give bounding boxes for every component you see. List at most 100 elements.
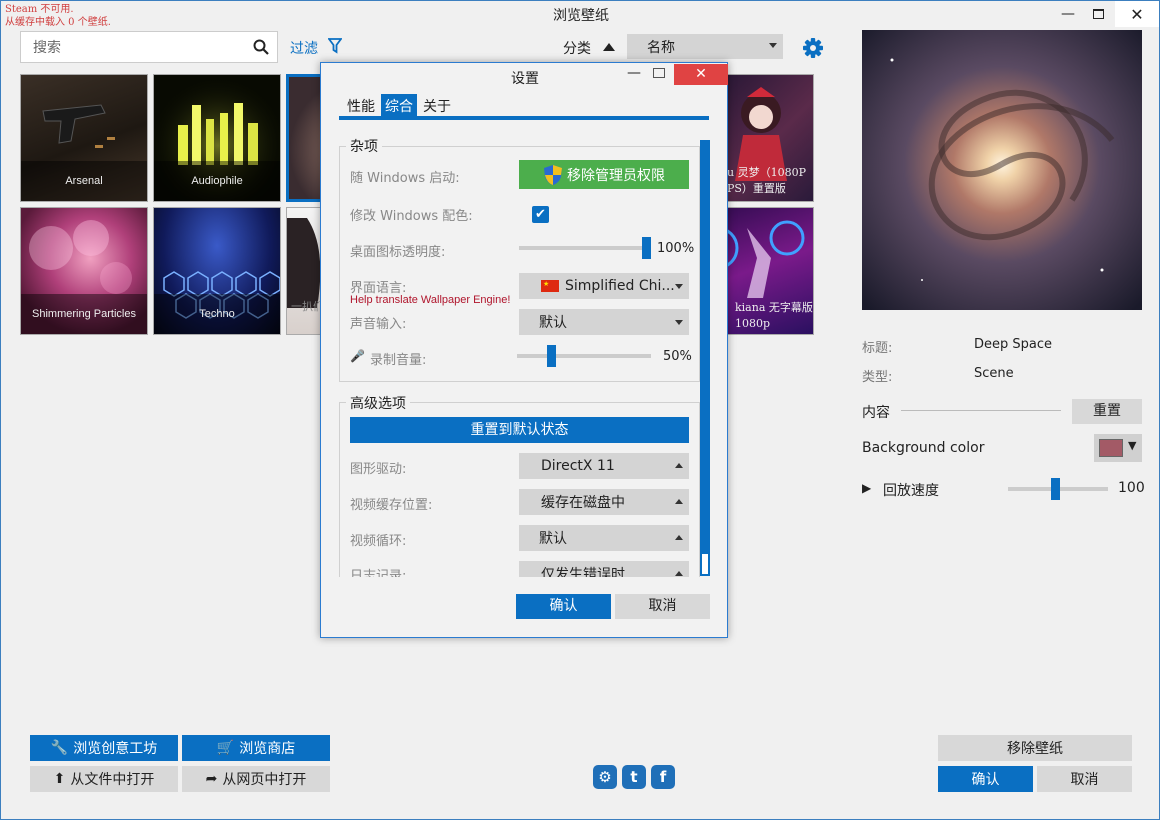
chevron-up-icon xyxy=(675,571,683,576)
galaxy-image xyxy=(862,30,1142,310)
main-window: Steam 不可用. 从缓存中载入 0 个壁纸. 浏览壁纸 — ✕ 过滤 分类 … xyxy=(0,0,1160,820)
browse-store-label: 浏览商店 xyxy=(239,741,296,757)
browse-workshop-button[interactable]: 🔧 浏览创意工坊 xyxy=(30,735,178,761)
filter-link[interactable]: 过滤 xyxy=(290,38,318,58)
remove-wallpaper-button[interactable]: 移除壁纸 xyxy=(938,735,1132,761)
search-box[interactable] xyxy=(20,31,278,63)
settings-scrollbar[interactable] xyxy=(700,140,710,576)
browse-store-button[interactable]: 🛒 浏览商店 xyxy=(182,735,330,761)
icon-opacity-track[interactable] xyxy=(519,246,647,250)
video-cache-label: 视频缓存位置: xyxy=(350,498,433,513)
remove-admin-label: 移除管理员权限 xyxy=(567,167,665,184)
wallpaper-tile-audiophile[interactable]: Audiophile xyxy=(153,74,281,202)
background-color-picker[interactable]: ▼ xyxy=(1094,434,1142,462)
playback-speed-thumb[interactable] xyxy=(1051,478,1060,500)
gear-icon[interactable] xyxy=(802,37,824,59)
dialog-ok-button[interactable]: 确认 xyxy=(516,594,611,619)
chevron-down-icon: ▼ xyxy=(1128,439,1137,452)
video-loop-label: 视频循环: xyxy=(350,534,407,549)
tab-performance[interactable]: 性能 xyxy=(343,94,379,118)
record-volume-track[interactable] xyxy=(517,354,651,358)
open-file-button[interactable]: ⬆ 从文件中打开 xyxy=(30,766,178,792)
windows-color-checkbox[interactable]: ✔ xyxy=(532,206,549,223)
chevron-up-icon xyxy=(675,499,683,504)
steam-icon[interactable]: ⚙ xyxy=(593,765,617,789)
sort-label: 分类 xyxy=(563,41,591,57)
video-loop-value: 默认 xyxy=(539,531,567,547)
play-triangle-icon[interactable]: ▶ xyxy=(862,481,871,495)
dialog-maximize-icon[interactable] xyxy=(653,68,665,78)
remove-admin-button[interactable]: 移除管理员权限 xyxy=(519,160,689,189)
language-value: Simplified Chi... xyxy=(565,278,675,294)
open-file-label: 从文件中打开 xyxy=(70,772,155,788)
dialog-cancel-button[interactable]: 取消 xyxy=(615,594,710,619)
wrench-icon: 🔧 xyxy=(50,740,69,756)
dialog-minimize-icon[interactable]: — xyxy=(625,65,643,83)
tile-caption-line2: PS）重置版 xyxy=(727,182,786,195)
facebook-icon[interactable]: f xyxy=(651,765,675,789)
maximize-icon xyxy=(1092,9,1104,19)
preview-image xyxy=(862,30,1142,310)
scrollbar-gap xyxy=(702,554,708,574)
checkmark-icon: ✔ xyxy=(535,207,546,222)
dialog-close-button[interactable]: ✕ xyxy=(674,64,728,85)
chevron-up-icon xyxy=(675,535,683,540)
reset-defaults-button[interactable]: 重置到默认状态 xyxy=(350,417,689,443)
search-icon[interactable] xyxy=(253,39,269,55)
filter-icon[interactable] xyxy=(328,38,342,54)
language-select[interactable]: ★ Simplified Chi... xyxy=(519,273,689,299)
china-flag-icon: ★ xyxy=(541,280,559,292)
wallpaper-tile-techno[interactable]: Techno xyxy=(153,207,281,335)
audio-input-select[interactable]: 默认 xyxy=(519,309,689,335)
log-select[interactable]: 仅发生错误时 xyxy=(519,561,689,577)
window-title: 浏览壁纸 xyxy=(553,8,609,24)
dialog-title: 设置 xyxy=(511,71,539,87)
playback-speed-label: 回放速度 xyxy=(883,483,939,499)
settings-dialog: 设置 — ✕ 性能 综合 关于 杂项 随 Windows 启动: 移除管理员权限… xyxy=(320,62,728,638)
microphone-icon: 🎤 xyxy=(350,349,365,363)
reset-button[interactable]: 重置 xyxy=(1072,399,1142,424)
tab-underline xyxy=(339,116,709,120)
settings-tabs: 性能 综合 关于 xyxy=(343,94,457,118)
chevron-down-icon xyxy=(675,284,683,289)
chevron-down-icon xyxy=(769,43,777,48)
translate-link[interactable]: Help translate Wallpaper Engine! xyxy=(350,294,510,306)
cancel-button[interactable]: 取消 xyxy=(1037,766,1132,792)
minimize-icon: — xyxy=(1061,6,1075,22)
audio-input-value: 默认 xyxy=(539,315,567,331)
cart-icon: 🛒 xyxy=(216,740,235,756)
close-icon: ✕ xyxy=(1130,4,1144,24)
sort-direction-icon[interactable] xyxy=(603,43,615,51)
minimize-button[interactable]: — xyxy=(1051,1,1085,27)
sort-select[interactable]: 名称 xyxy=(627,34,783,59)
close-button[interactable]: ✕ xyxy=(1115,1,1159,27)
advanced-group-title: 高级选项 xyxy=(346,393,410,413)
wallpaper-tile-arsenal[interactable]: Arsenal xyxy=(20,74,148,202)
video-loop-select[interactable]: 默认 xyxy=(519,525,689,551)
log-label: 日志记录: xyxy=(350,569,407,577)
pistol-image xyxy=(42,104,115,148)
maximize-button[interactable] xyxy=(1081,1,1115,27)
search-input[interactable] xyxy=(31,38,251,58)
icon-opacity-value: 100% xyxy=(657,241,695,256)
tab-about[interactable]: 关于 xyxy=(419,94,455,118)
icon-opacity-label: 桌面图标透明度: xyxy=(350,245,446,260)
tab-general[interactable]: 综合 xyxy=(381,94,417,118)
icon-opacity-thumb[interactable] xyxy=(642,237,651,259)
tile-caption: Shimmering Particles xyxy=(21,294,147,334)
graphics-driver-select[interactable]: DirectX 11 xyxy=(519,453,689,479)
wallpaper-tile-shimmering-particles[interactable]: Shimmering Particles xyxy=(20,207,148,335)
ok-button[interactable]: 确认 xyxy=(938,766,1033,792)
graphics-driver-label: 图形驱动: xyxy=(350,462,407,477)
browse-workshop-label: 浏览创意工坊 xyxy=(73,741,158,757)
tile-caption-line1: kiana 无字幕版 xyxy=(735,301,813,314)
color-swatch xyxy=(1099,439,1123,457)
startup-label: 随 Windows 启动: xyxy=(350,171,460,186)
video-cache-select[interactable]: 缓存在磁盘中 xyxy=(519,489,689,515)
log-row-clipped: 日志记录: 仅发生错误时 xyxy=(321,561,701,577)
content-label: 内容 xyxy=(862,405,890,421)
record-volume-thumb[interactable] xyxy=(547,345,556,367)
audio-input-label: 声音输入: xyxy=(350,317,407,332)
open-web-button[interactable]: ➦ 从网页中打开 xyxy=(182,766,330,792)
twitter-icon[interactable]: t xyxy=(622,765,646,789)
